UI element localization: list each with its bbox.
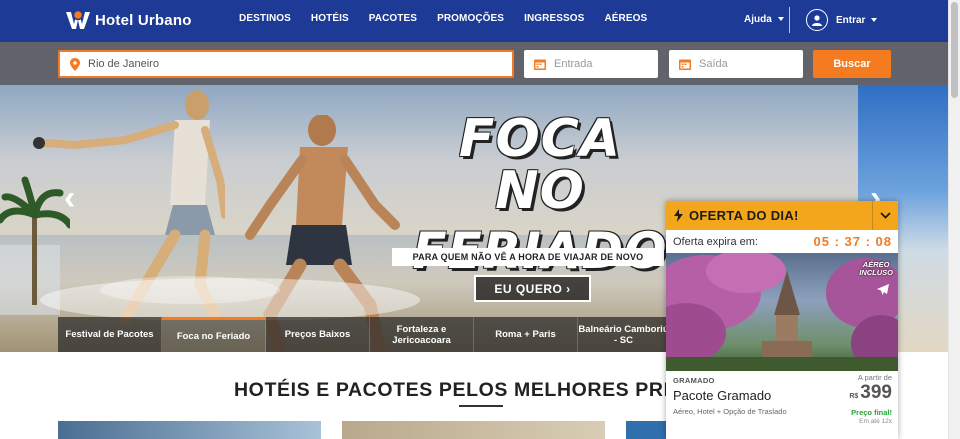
checkin-field[interactable]: Entrada: [524, 50, 658, 78]
offer-header: OFERTA DO DIA!: [666, 201, 898, 230]
help-label: Ajuda: [744, 14, 772, 25]
deal-card-image[interactable]: [58, 421, 321, 439]
price-value: 399: [860, 382, 892, 403]
slider-tab-label: Balneário Camboriú - SC: [578, 323, 669, 346]
offer-photo[interactable]: AÉREO INCLUSO: [666, 253, 898, 371]
offer-expires-label: Oferta expira em:: [673, 235, 758, 248]
top-navigation-bar: Hotel Urbano DESTINOS HOTÉIS PACOTES PRO…: [0, 0, 948, 42]
price-from-label: A partir de: [857, 373, 892, 382]
airplane-icon: [877, 284, 889, 295]
scrollbar-thumb[interactable]: [951, 2, 958, 98]
price-currency: R$: [849, 393, 859, 400]
offer-price: R$ 399: [849, 382, 892, 408]
calendar-icon: [534, 58, 546, 70]
hero-slider-tabs: Festival de Pacotes Foca no Feriado Preç…: [58, 317, 670, 352]
calendar-icon: [679, 58, 691, 70]
login-dropdown[interactable]: Entrar: [806, 9, 878, 31]
slider-tab-roma-paris[interactable]: Roma + Paris: [474, 317, 578, 352]
offer-countdown: 05 : 37 : 08: [813, 234, 892, 249]
slider-tab-festival-de-pacotes[interactable]: Festival de Pacotes: [58, 317, 162, 352]
slider-tab-label: Fortaleza e Jericoacoara: [392, 323, 451, 346]
lightning-bolt-icon: [674, 209, 683, 222]
slider-tab-foca-no-feriado[interactable]: Foca no Feriado: [162, 317, 266, 352]
headline-line-1: FOCA NO: [458, 109, 622, 221]
offer-title: OFERTA DO DIA!: [689, 208, 799, 223]
cta-label: EU QUERO: [494, 281, 563, 296]
destination-value: Rio de Janeiro: [88, 58, 159, 70]
offer-info: GRAMADO Pacote Gramado Aéreo, Hotel + Op…: [666, 371, 898, 439]
header-divider: [789, 7, 790, 33]
page: Hotel Urbano DESTINOS HOTÉIS PACOTES PRO…: [0, 0, 960, 439]
user-icon: [806, 9, 828, 31]
chevron-down-icon: [871, 18, 878, 22]
destination-field[interactable]: Rio de Janeiro: [58, 50, 514, 78]
slider-tab-balneario-camboriu[interactable]: Balneário Camboriú - SC: [578, 317, 670, 352]
section-title: HOTÉIS E PACOTES PELOS MELHORES PRE: [234, 379, 678, 401]
nav-promocoes[interactable]: PROMOÇÕES: [437, 13, 504, 24]
nav-hoteis[interactable]: HOTÉIS: [311, 13, 349, 24]
deal-card-image[interactable]: [342, 421, 605, 439]
eu-quero-button[interactable]: EU QUERO ›: [474, 275, 591, 302]
checkout-field[interactable]: Saída: [669, 50, 803, 78]
map-pin-icon: [70, 57, 80, 71]
nav-destinos[interactable]: DESTINOS: [239, 13, 291, 24]
search-button[interactable]: Buscar: [813, 50, 891, 78]
deal-card-image[interactable]: [626, 421, 666, 439]
offer-of-the-day-widget[interactable]: OFERTA DO DIA! Oferta expira em: 05 : 37…: [666, 201, 898, 439]
water-splash-image: [40, 276, 420, 320]
page-scrollbar[interactable]: [948, 0, 960, 439]
login-label: Entrar: [836, 14, 866, 26]
chevron-right-icon: ›: [566, 281, 571, 296]
slider-prev-arrow-icon[interactable]: ‹: [64, 181, 75, 215]
offer-timer-row: Oferta expira em: 05 : 37 : 08: [666, 230, 898, 253]
hotel-urbano-logo-icon: [66, 9, 90, 29]
price-installments: Em até 12x: [859, 418, 892, 425]
checkin-placeholder: Entrada: [554, 58, 593, 70]
collapse-toggle-button[interactable]: [872, 201, 898, 230]
main-nav: DESTINOS HOTÉIS PACOTES PROMOÇÕES INGRES…: [239, 13, 667, 24]
chevron-down-icon: [777, 17, 784, 22]
slider-tab-fortaleza-jericoacoara[interactable]: Fortaleza e Jericoacoara: [370, 317, 474, 352]
section-title-underline: [459, 405, 503, 407]
aereo-incluso-badge: AÉREO INCLUSO: [859, 261, 893, 277]
price-final-label: Preço final!: [851, 408, 892, 417]
nav-ingressos[interactable]: INGRESSOS: [524, 13, 584, 24]
nav-aereos[interactable]: AÉREOS: [604, 13, 647, 24]
checkout-placeholder: Saída: [699, 58, 728, 70]
offer-price-box: A partir de R$ 399 Preço final! Em até 12…: [849, 373, 892, 425]
hero-strapline: PARA QUEM NÃO VÊ A HORA DE VIAJAR DE NOV…: [392, 248, 664, 266]
badge-line-2: INCLUSO: [859, 268, 893, 277]
brand-name: Hotel Urbano: [95, 11, 192, 29]
nav-pacotes[interactable]: PACOTES: [369, 13, 417, 24]
brand-logo[interactable]: Hotel Urbano: [64, 9, 192, 31]
chevron-down-icon: [880, 212, 891, 219]
slider-tab-precos-baixos[interactable]: Preços Baixos: [266, 317, 370, 352]
help-dropdown[interactable]: Ajuda: [744, 14, 784, 25]
